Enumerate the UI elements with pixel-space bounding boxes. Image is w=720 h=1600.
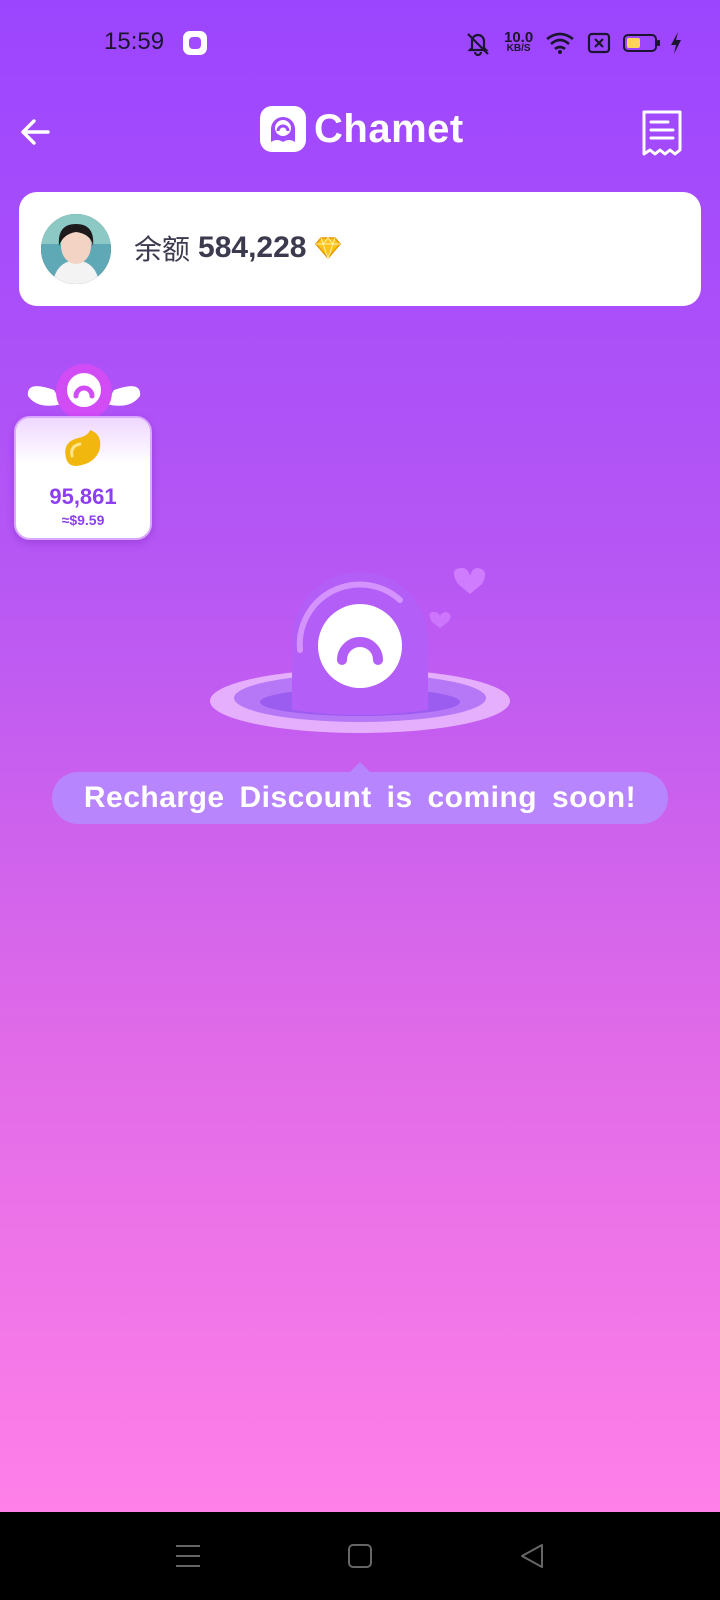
mute-icon <box>467 33 489 56</box>
home-icon[interactable] <box>344 1540 376 1572</box>
receipt-icon[interactable] <box>640 110 684 156</box>
app-header: Chamet <box>0 90 720 180</box>
diamond-icon <box>315 237 342 260</box>
status-bar: 15:59 10.0 KB/S <box>0 0 720 90</box>
sim-off-icon <box>588 32 611 54</box>
mascot-hole-illustration <box>210 568 510 733</box>
back-arrow-icon[interactable] <box>18 112 58 152</box>
battery-icon <box>623 34 661 52</box>
network-speed: 10.0 KB/S <box>504 29 534 54</box>
bean-icon <box>65 430 101 466</box>
balance-value: 584,228 <box>198 231 307 264</box>
avatar[interactable] <box>41 214 111 284</box>
status-time: 15:59 <box>104 28 165 55</box>
chamet-logo-icon <box>260 106 306 152</box>
coming-soon-message: Recharge Discount is coming soon! <box>52 762 668 824</box>
wifi-icon <box>546 32 574 54</box>
beans-usd-value: ≈$9.59 <box>61 512 105 528</box>
menu-icon[interactable] <box>172 1540 204 1572</box>
beans-widget[interactable]: 95,861 ≈$9.59 <box>14 360 152 540</box>
app-logo: Chamet <box>260 106 464 152</box>
balance-summary: 余额 584,228 <box>134 228 342 268</box>
system-icons: 10.0 KB/S <box>464 30 683 56</box>
back-triangle-icon[interactable] <box>516 1540 548 1572</box>
balance-label: 余额 <box>134 234 191 265</box>
app-name: Chamet <box>314 106 464 151</box>
app-notification-icon <box>183 31 207 55</box>
balance-card: 余额 584,228 <box>19 192 701 306</box>
charging-icon <box>671 32 682 54</box>
system-nav-bar <box>0 1512 720 1600</box>
beans-card: 95,861 ≈$9.59 <box>14 416 152 540</box>
beans-value: 95,861 <box>49 484 117 509</box>
